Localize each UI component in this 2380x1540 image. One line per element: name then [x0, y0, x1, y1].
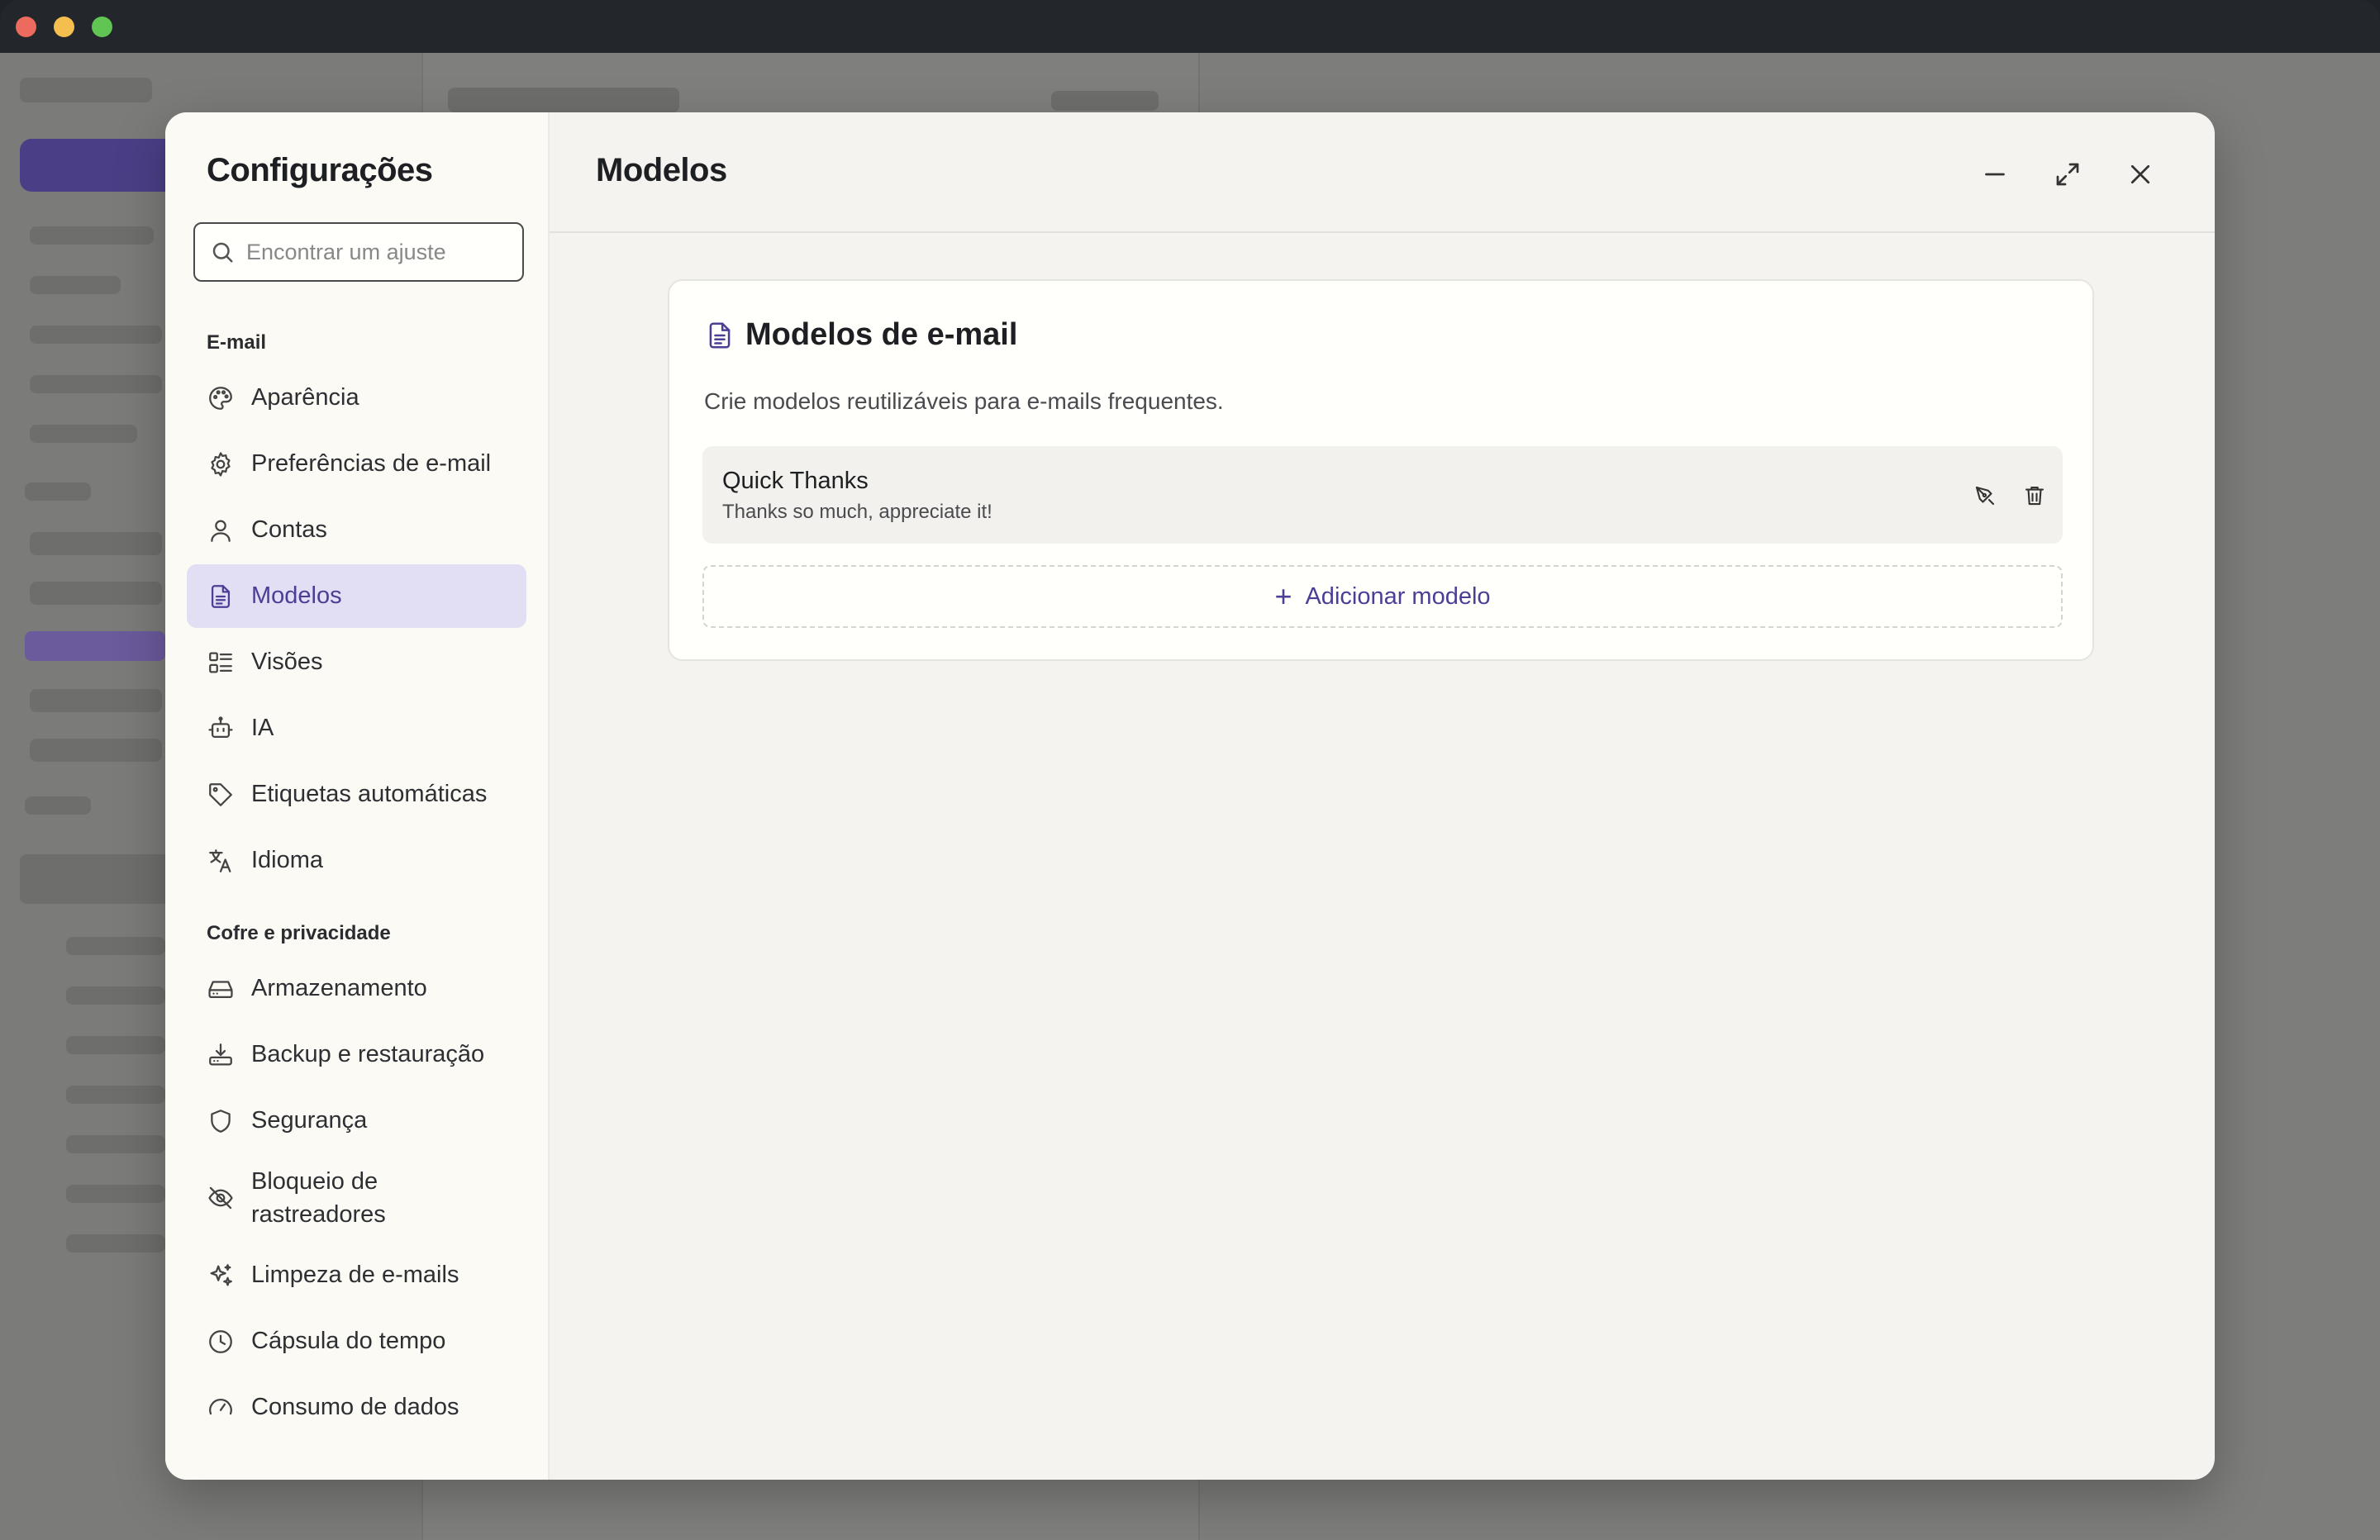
sidebar-item-storage[interactable]: Armazenamento: [187, 957, 526, 1020]
sidebar-item-label: Bloqueio de rastreadores: [251, 1168, 386, 1228]
close-button[interactable]: [2120, 154, 2161, 195]
sidebar-item-label: Aparência: [251, 384, 359, 411]
download-tray-icon: [209, 1043, 232, 1065]
zoom-window-button[interactable]: [92, 17, 112, 37]
trash-icon: [2025, 486, 2044, 506]
delete-template-button[interactable]: [2018, 479, 2051, 512]
gauge-icon: [209, 1398, 232, 1414]
shield-icon: [211, 1109, 231, 1133]
document-icon: [211, 584, 231, 608]
sidebar-item-tracker-blocking[interactable]: Bloqueio de rastreadores: [187, 1155, 526, 1241]
sidebar-item-email-preferences[interactable]: Preferências de e-mail: [187, 432, 526, 496]
sidebar-item-ai[interactable]: IA: [187, 696, 526, 760]
section-label-vault-privacy: Cofre e privacidade: [207, 922, 391, 944]
sidebar-item-time-capsule[interactable]: Cápsula do tempo: [187, 1309, 526, 1373]
card-description: Crie modelos reutilizáveis para e-mails …: [704, 388, 1224, 414]
robot-icon: [208, 715, 233, 738]
search-input[interactable]: [246, 239, 511, 265]
gear-icon: [211, 451, 231, 477]
sidebar-item-views[interactable]: Visões: [187, 630, 526, 694]
sidebar-item-security[interactable]: Segurança: [187, 1089, 526, 1153]
sidebar-item-label: Idioma: [251, 847, 324, 873]
close-icon: [2130, 164, 2150, 184]
settings-search[interactable]: [193, 222, 524, 282]
user-icon: [211, 520, 231, 542]
minus-icon: [1985, 173, 2005, 176]
section-label-email: E-mail: [207, 331, 267, 354]
minimize-button[interactable]: [1974, 154, 2016, 195]
eye-off-icon: [208, 1186, 233, 1210]
palette-icon: [209, 386, 232, 410]
sidebar-item-language[interactable]: Idioma: [187, 829, 526, 892]
settings-modal: Configurações E-mail Aparência Preferênc…: [165, 112, 2215, 1480]
sidebar-item-label: Armazenamento: [251, 975, 427, 1001]
document-icon: [709, 321, 731, 349]
close-window-button[interactable]: [16, 17, 36, 37]
settings-title: Configurações: [207, 152, 433, 188]
sidebar-item-label: Modelos: [251, 582, 342, 609]
sparkles-icon: [210, 1263, 232, 1286]
card-title: Modelos de e-mail: [745, 317, 1018, 352]
sidebar-item-templates[interactable]: Modelos: [187, 564, 526, 628]
sidebar-item-label: Visões: [251, 649, 323, 675]
card-header: Modelos de e-mail: [704, 317, 1017, 353]
views-icon: [209, 652, 232, 673]
settings-sidebar: Configurações E-mail Aparência Preferênc…: [165, 112, 550, 1480]
translate-icon: [209, 848, 231, 872]
sidebar-item-data-usage[interactable]: Consumo de dados: [187, 1376, 526, 1439]
pen-edit-icon: [1975, 486, 1995, 506]
sidebar-item-accounts[interactable]: Contas: [187, 498, 526, 562]
search-icon: [212, 242, 233, 263]
sidebar-item-appearance[interactable]: Aparência: [187, 366, 526, 430]
template-row[interactable]: Quick Thanks Thanks so much, appreciate …: [702, 446, 2063, 544]
template-name: Quick Thanks: [722, 468, 869, 494]
sidebar-item-label: Consumo de dados: [251, 1394, 459, 1420]
email-templates-card: Modelos de e-mail Crie modelos reutilizá…: [668, 279, 2094, 661]
hard-drive-icon: [208, 980, 233, 998]
tag-icon: [209, 782, 232, 806]
plus-icon: +: [1274, 579, 1292, 613]
page-title: Modelos: [596, 152, 727, 188]
clock-icon: [209, 1329, 232, 1353]
sidebar-item-label: IA: [251, 715, 274, 741]
sidebar-item-label: Backup e restauração: [251, 1041, 485, 1067]
sidebar-item-backup-restore[interactable]: Backup e restauração: [187, 1023, 526, 1086]
edit-template-button[interactable]: [1968, 479, 2002, 512]
add-template-label: Adicionar modelo: [1305, 582, 1491, 610]
settings-content: Modelos Modelos de e-mail Crie modelos r…: [550, 112, 2215, 1480]
sidebar-item-label: Limpeza de e-mails: [251, 1262, 459, 1288]
sidebar-item-auto-labels[interactable]: Etiquetas automáticas: [187, 763, 526, 826]
add-template-button[interactable]: + Adicionar modelo: [702, 565, 2063, 628]
sidebar-item-label: Cápsula do tempo: [251, 1328, 446, 1354]
background-compose-button: [20, 139, 185, 192]
expand-button[interactable]: [2047, 154, 2088, 195]
expand-icon: [2056, 163, 2079, 186]
sidebar-item-label: Segurança: [251, 1107, 368, 1134]
sidebar-item-label: Contas: [251, 516, 327, 543]
sidebar-item-label: Etiquetas automáticas: [251, 781, 488, 807]
content-header: Modelos: [550, 112, 2215, 233]
minimize-window-button[interactable]: [54, 17, 74, 37]
sidebar-item-email-cleanup[interactable]: Limpeza de e-mails: [187, 1243, 526, 1307]
template-body: Thanks so much, appreciate it!: [722, 501, 992, 523]
window-titlebar: [0, 0, 2380, 53]
sidebar-item-label: Preferências de e-mail: [251, 450, 492, 477]
